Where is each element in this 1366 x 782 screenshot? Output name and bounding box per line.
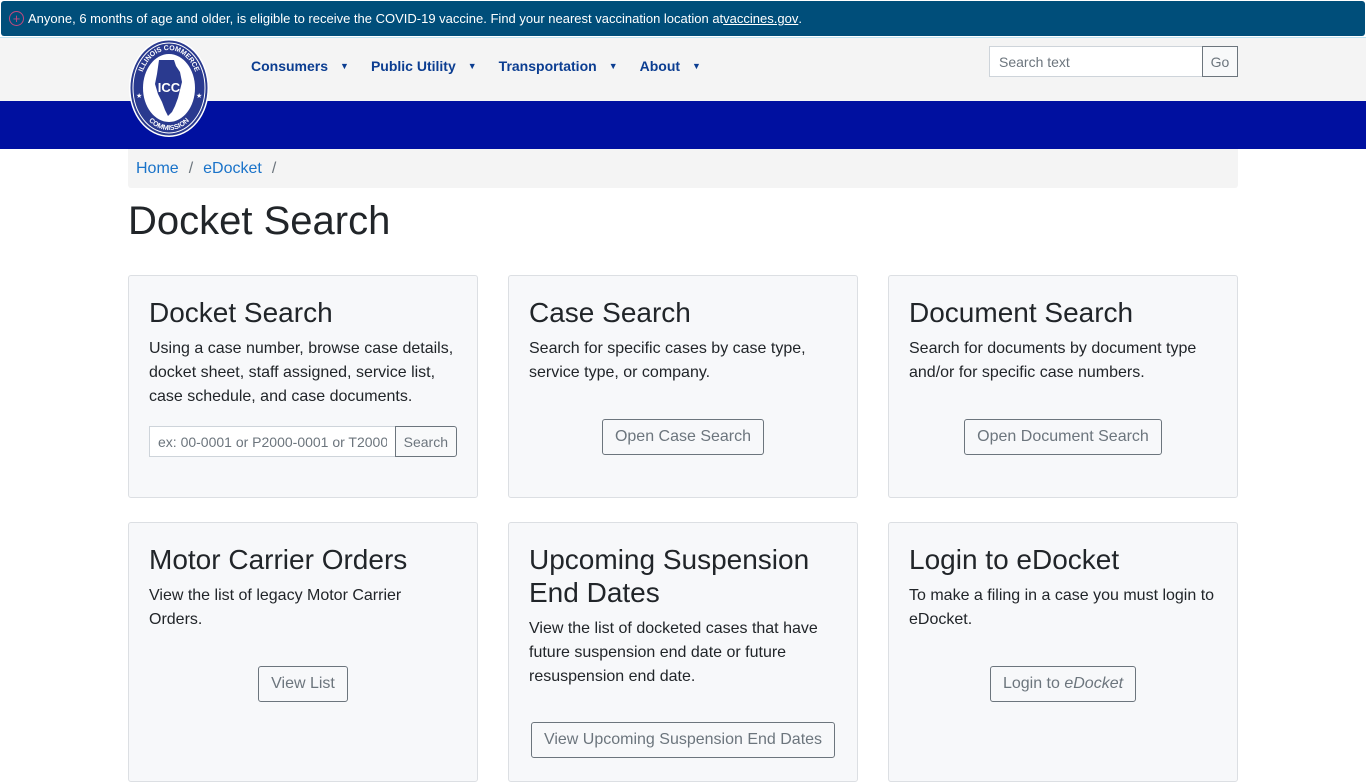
card-text: Search for specific cases by case type, … [529,340,806,381]
card-text: To make a filing in a case you must logi… [909,587,1215,628]
plus-circle-icon: + [9,11,24,26]
svg-text:★: ★ [196,92,202,100]
caret-down-icon: ▼ [608,61,618,71]
docket-search-card: Docket Search Using a case number, brows… [128,275,478,498]
card-title: Motor Carrier Orders [149,544,408,575]
alert-text: Anyone, 6 months of age and older, is el… [28,11,724,26]
svg-text:ICC: ICC [158,80,181,95]
icc-seal-icon: ICC ILLINOIS COMMERCE COMMISSION ★ ★ [129,39,209,137]
breadcrumb-separator: / [271,159,277,177]
svg-text:★: ★ [136,92,142,100]
card-text: Search for documents by document type an… [909,340,1197,381]
card-text: View the list of docketed cases that hav… [529,620,818,685]
caret-down-icon: ▼ [340,61,349,71]
login-label-em: eDocket [1064,675,1124,692]
main-nav: Consumers ▼ Public Utility ▼ Transportat… [251,58,723,74]
breadcrumb: Home / eDocket / [128,149,1238,188]
case-number-input[interactable] [149,426,395,457]
nav-label: Transportation [498,58,597,74]
nav-label: Public Utility [370,58,456,74]
nav-label: About [639,58,681,74]
page-title: Docket Search [128,199,391,243]
document-search-card: Document Search Search for documents by … [888,275,1238,498]
breadcrumb-edocket[interactable]: eDocket [203,160,262,178]
upcoming-suspension-card: Upcoming Suspension End Dates View the l… [508,522,858,782]
docket-search-form: Search [149,426,457,457]
site-search: Go [989,46,1238,77]
breadcrumb-home[interactable]: Home [136,160,179,178]
site-search-input[interactable] [989,46,1202,77]
view-list-button[interactable]: View List [258,666,348,702]
nav-about[interactable]: About ▼ [640,58,701,74]
card-title: Docket Search [149,297,333,328]
breadcrumb-separator: / [188,159,194,177]
caret-down-icon: ▼ [467,61,477,71]
card-text: Using a case number, browse case details… [149,340,454,405]
docket-search-button[interactable]: Search [394,426,457,457]
open-case-search-button[interactable]: Open Case Search [601,419,765,455]
site-search-go-button[interactable]: Go [1202,46,1238,77]
caret-down-icon: ▼ [692,61,701,71]
card-text: View the list of legacy Motor Carrier Or… [149,587,402,628]
vaccines-gov-link[interactable]: vaccines.gov [723,11,798,26]
card-title: Login to eDocket [909,544,1120,575]
covid-alert-banner: + Anyone, 6 months of age and older, is … [1,1,1365,36]
case-search-card: Case Search Search for specific cases by… [508,275,858,498]
login-label-prefix: Login to [1002,675,1065,692]
nav-consumers[interactable]: Consumers ▼ [251,58,349,74]
view-upcoming-suspension-button[interactable]: View Upcoming Suspension End Dates [530,722,836,758]
motor-carrier-orders-card: Motor Carrier Orders View the list of le… [128,522,478,782]
icc-logo[interactable]: ICC ILLINOIS COMMERCE COMMISSION ★ ★ [128,38,210,138]
card-title: Upcoming Suspension End Dates [529,544,810,608]
nav-transportation[interactable]: Transportation ▼ [499,58,618,74]
card-title: Case Search [529,297,691,328]
card-title: Document Search [909,297,1134,328]
open-document-search-button[interactable]: Open Document Search [964,419,1162,455]
nav-label: Consumers [251,58,329,74]
login-edocket-card: Login to eDocket To make a filing in a c… [888,522,1238,782]
alert-suffix: . [798,11,802,26]
login-edocket-button[interactable]: Login to eDocket [989,666,1137,702]
nav-public-utility[interactable]: Public Utility ▼ [371,58,477,74]
